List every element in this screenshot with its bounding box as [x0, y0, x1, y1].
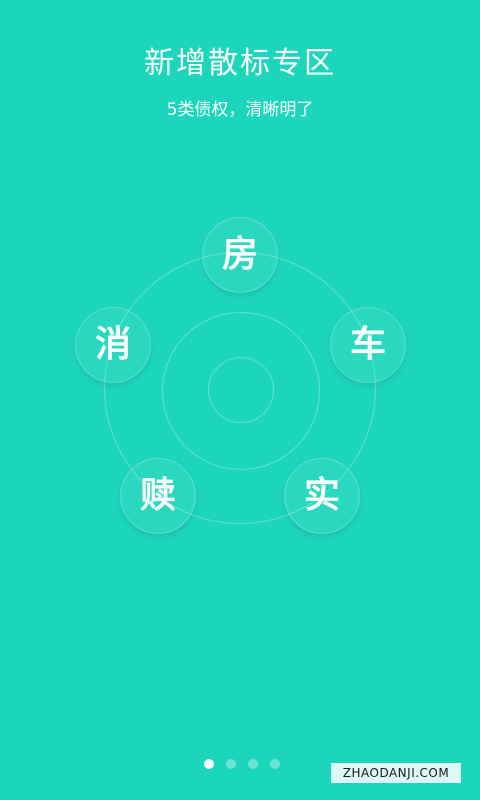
category-label-car: 车 — [349, 324, 386, 365]
category-node-real[interactable]: 实 — [284, 458, 360, 534]
category-node-consumer[interactable]: 消 — [75, 307, 151, 383]
intro-screen: 新增散标专区 5类债权，清晰明了 房 车 实 赎 消 ZHAODANJI.COM — [0, 0, 480, 800]
inner-ring — [208, 357, 274, 423]
category-label-consumer: 消 — [94, 324, 131, 365]
category-label-real: 实 — [303, 475, 340, 516]
category-node-redeem[interactable]: 赎 — [120, 458, 196, 534]
category-node-house[interactable]: 房 — [202, 217, 278, 293]
category-label-house: 房 — [221, 234, 258, 275]
category-label-redeem: 赎 — [139, 475, 176, 516]
page-dot-1[interactable] — [204, 759, 214, 769]
page-dot-4[interactable] — [270, 759, 280, 769]
page-dot-3[interactable] — [248, 759, 258, 769]
category-diagram: 房 车 实 赎 消 — [0, 0, 480, 800]
watermark: ZHAODANJI.COM — [331, 763, 461, 783]
category-node-car[interactable]: 车 — [330, 307, 406, 383]
page-dot-2[interactable] — [226, 759, 236, 769]
